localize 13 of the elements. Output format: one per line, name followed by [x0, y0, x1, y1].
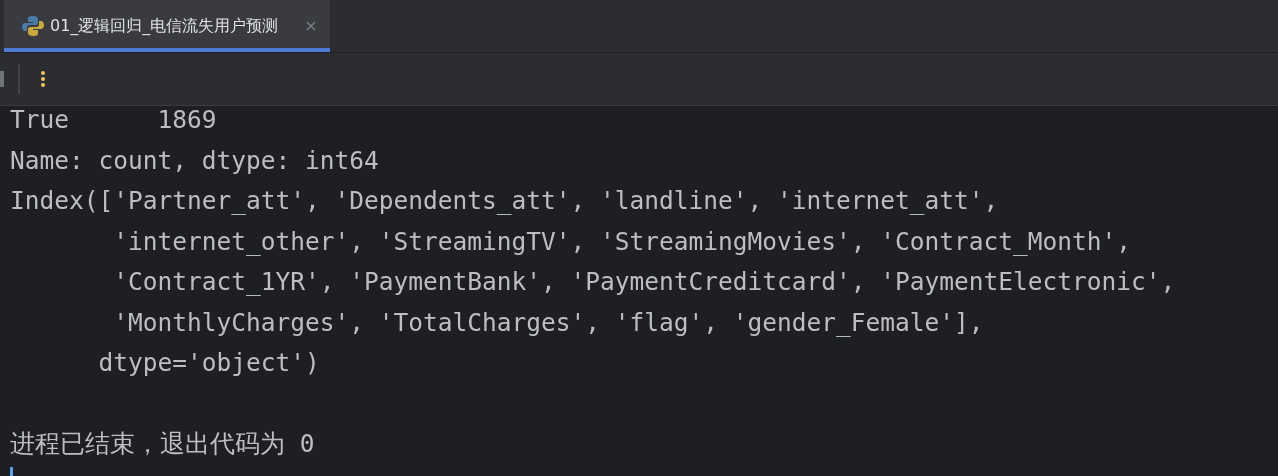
console-output-line: dtype='object') [97, 347, 321, 379]
more-options-icon[interactable] [40, 70, 46, 88]
console-output-line: Name: count, dtype: int64 [10, 144, 380, 177]
console-output-line: Index(['Partner_att', 'Dependents_att', 'landline', 'internet_att', [10, 185, 1000, 217]
console-output-line: True 1869 [10, 106, 218, 136]
console-output-line: 'Contract_1YR', 'PaymentBank', 'PaymentCreditcard', 'PaymentElectronic', [112, 266, 1177, 298]
file-tab[interactable]: 01_逻辑回归_电信流失用户预测 [4, 0, 331, 52]
panel-edge-icon [0, 71, 4, 87]
python-icon [22, 15, 44, 37]
close-icon[interactable] [306, 21, 317, 31]
process-exit-message: 进程已结束，退出代码为 0 [10, 428, 316, 460]
console-output-line: 'internet_other', 'StreamingTV', 'StreamingMovies', 'Contract_Month', [112, 225, 1133, 258]
console-output-line: 'MonthlyCharges', 'TotalCharges', 'flag', 'gender_Female'], [112, 306, 985, 339]
